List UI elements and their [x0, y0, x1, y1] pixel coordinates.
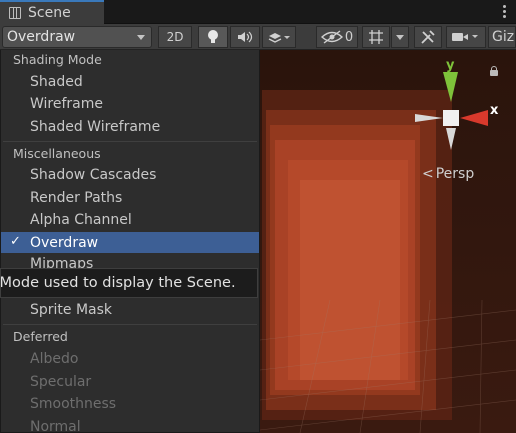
menu-item-normal: Normal [1, 416, 259, 433]
scene-grid-icon [8, 6, 22, 20]
eye-hidden-icon [320, 30, 343, 44]
more-options-icon[interactable] [498, 3, 510, 21]
camera-settings-button[interactable] [446, 26, 486, 48]
audio-toggle-button[interactable] [230, 26, 260, 48]
menu-item-specular: Specular [1, 371, 259, 392]
menu-item-smoothness: Smoothness [1, 393, 259, 414]
gizmo-x-label: x [490, 103, 499, 118]
gizmo-center-cube[interactable] [443, 110, 459, 126]
menu-item-overdraw[interactable]: ✓ Overdraw [1, 232, 259, 253]
tab-scene[interactable]: Scene [0, 0, 104, 24]
layers-effects-icon [268, 33, 290, 43]
projection-toggle[interactable]: < Persp [422, 166, 474, 182]
gizmo-y-label: y [446, 58, 455, 73]
menu-item-albedo: Albedo [1, 348, 259, 369]
menu-item-label: Specular [30, 373, 92, 390]
tab-scene-label: Scene [28, 5, 71, 21]
hidden-objects-button[interactable]: 0 [316, 26, 358, 48]
menu-item-label: Smoothness [30, 395, 117, 412]
menu-item-wireframe[interactable]: Wireframe [1, 93, 259, 114]
2d-label: 2D [166, 30, 184, 44]
tab-bar: Scene [0, 0, 516, 24]
draw-mode-tooltip: Draw Mode used to display the Scene. [0, 268, 258, 298]
draw-mode-dropdown[interactable]: Overdraw [2, 26, 152, 48]
persp-label: Persp [435, 166, 475, 182]
menu-item-label: Overdraw [30, 234, 99, 251]
hidden-count: 0 [344, 29, 354, 45]
menu-header-miscellaneous: Miscellaneous [13, 146, 101, 161]
speaker-icon [238, 31, 253, 43]
menu-item-label: Shaded Wireframe [30, 118, 161, 135]
lighting-toggle-button[interactable] [198, 26, 228, 48]
2d-toggle-button[interactable]: 2D [158, 26, 192, 48]
menu-item-render-paths[interactable]: Render Paths [1, 187, 259, 208]
chevron-down-icon [396, 34, 404, 40]
menu-item-shaded[interactable]: Shaded [1, 71, 259, 92]
menu-item-label: Sprite Mask [30, 301, 113, 318]
lock-icon[interactable] [489, 66, 499, 76]
menu-item-sprite-mask[interactable]: Sprite Mask [1, 299, 259, 320]
camera-icon [452, 33, 478, 41]
persp-arrow-icon: < [422, 166, 434, 182]
draw-mode-menu: Shading Mode Shaded Wireframe Shaded Wir… [0, 50, 260, 433]
gizmos-label: Giz [492, 29, 515, 45]
menu-item-label: Wireframe [30, 95, 104, 112]
menu-header-shading-mode: Shading Mode [13, 52, 102, 67]
menu-item-shadow-cascades[interactable]: Shadow Cascades [1, 164, 259, 185]
gizmos-button[interactable]: Giz [488, 26, 516, 48]
menu-item-label: Shadow Cascades [30, 166, 157, 183]
menu-separator [3, 324, 257, 325]
wrench-icon [421, 30, 435, 44]
menu-header-deferred: Deferred [13, 329, 68, 344]
menu-item-label: Alpha Channel [30, 211, 132, 228]
checkmark-icon: ✓ [10, 234, 21, 249]
effects-dropdown-button[interactable] [262, 26, 296, 48]
lightbulb-icon [208, 30, 218, 43]
grid-options-dropdown[interactable] [391, 26, 409, 48]
chevron-down-icon [137, 35, 145, 40]
menu-item-shaded-wireframe[interactable]: Shaded Wireframe [1, 116, 259, 137]
tools-button[interactable] [414, 26, 442, 48]
menu-item-label: Shaded [30, 73, 83, 90]
scene-toolbar: Overdraw 2D 0 Giz [0, 24, 516, 50]
menu-item-label: Albedo [30, 350, 79, 367]
draw-mode-value: Overdraw [7, 29, 76, 45]
tooltip-text: Draw Mode used to display the Scene. [0, 275, 236, 291]
grid-icon [369, 30, 383, 44]
menu-item-label: Render Paths [30, 189, 123, 206]
menu-item-label: Normal [30, 418, 81, 433]
menu-item-alpha-channel[interactable]: Alpha Channel [1, 209, 259, 230]
grid-toggle-button[interactable] [362, 26, 390, 48]
menu-separator [3, 141, 257, 142]
